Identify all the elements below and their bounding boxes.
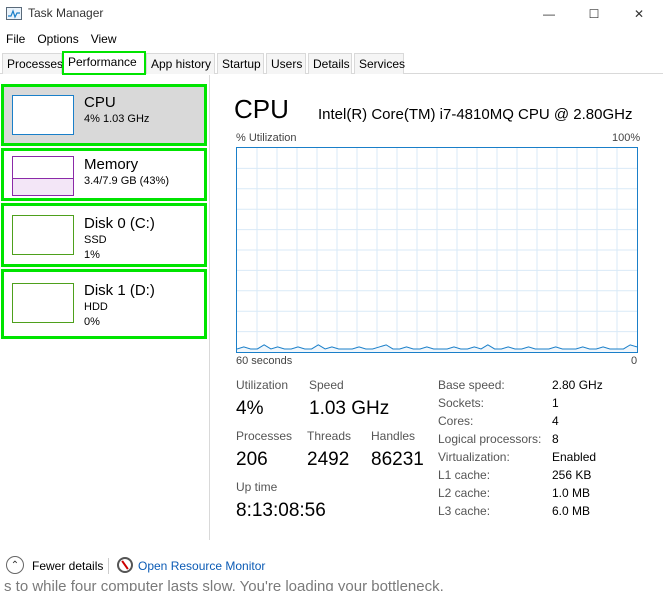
maximize-icon: ☐ xyxy=(588,7,600,21)
cpu-thumbnail-graph xyxy=(12,95,74,135)
spec-value: 1.0 MB xyxy=(552,486,591,500)
fewer-details-link[interactable]: Fewer details xyxy=(32,559,103,573)
resource-item-memory[interactable]: Memory 3.4/7.9 GB (43%) xyxy=(1,148,207,201)
overflow-caption: s to while four computer lasts slow. You… xyxy=(4,579,444,591)
memory-thumbnail-graph xyxy=(12,156,74,196)
spec-key: Logical processors: xyxy=(438,432,542,446)
resource-item-disk-1[interactable]: Disk 1 (D:) HDD 0% xyxy=(1,269,207,339)
spec-key: L1 cache: xyxy=(438,468,491,482)
spec-key: Sockets: xyxy=(438,396,485,410)
speed-label: Speed xyxy=(309,378,344,392)
handles-label: Handles xyxy=(371,429,416,443)
resource-monitor-icon[interactable] xyxy=(117,557,133,573)
chevron-up-icon[interactable]: ⌃ xyxy=(6,556,24,574)
resource-detail: 4% 1.03 GHz xyxy=(84,113,150,125)
spec-value: 4 xyxy=(552,414,559,428)
resource-name: CPU xyxy=(84,94,116,111)
minimize-button[interactable]: — xyxy=(526,0,572,28)
spec-value: Enabled xyxy=(552,450,597,464)
cpu-utilization-chart xyxy=(237,148,637,352)
handles-value: 86231 xyxy=(371,449,424,470)
threads-value: 2492 xyxy=(307,449,350,470)
detail-title: CPU xyxy=(234,94,289,124)
tab-details[interactable]: Details xyxy=(308,53,352,74)
spec-value: 2.80 GHz xyxy=(552,378,603,392)
graph-x-left-label: 60 seconds xyxy=(236,355,293,367)
resource-name: Disk 1 (D:) xyxy=(84,282,155,299)
spec-value: 256 KB xyxy=(552,468,592,482)
graph-y-label: % Utilization xyxy=(236,132,297,144)
tab-users[interactable]: Users xyxy=(266,53,306,74)
uptime-label: Up time xyxy=(236,480,278,494)
tab-startup[interactable]: Startup xyxy=(217,53,264,74)
resource-detail: HDD xyxy=(84,301,108,313)
spec-value: 1 xyxy=(552,396,559,410)
footer-divider xyxy=(108,558,109,574)
cpu-model-name: Intel(R) Core(TM) i7-4810MQ CPU @ 2.80GH… xyxy=(318,106,633,123)
close-button[interactable]: ✕ xyxy=(616,0,662,28)
spec-key: Base speed: xyxy=(438,378,505,392)
spec-key: L3 cache: xyxy=(438,504,491,518)
tab-app-history[interactable]: App history xyxy=(146,53,215,74)
processes-value: 206 xyxy=(236,449,268,470)
graph-x-right-label: 0 xyxy=(631,355,638,367)
uptime-value: 8:13:08:56 xyxy=(236,500,326,521)
graph-y-max: 100% xyxy=(612,132,641,144)
task-manager-icon xyxy=(6,7,22,20)
resource-detail: SSD xyxy=(84,234,107,246)
resource-item-disk-0[interactable]: Disk 0 (C:) SSD 1% xyxy=(1,203,207,267)
processes-label: Processes xyxy=(236,429,293,443)
spec-key: Virtualization: xyxy=(438,450,510,464)
menu-bar: File Options View xyxy=(0,29,123,49)
menu-options[interactable]: Options xyxy=(31,29,84,49)
menu-view[interactable]: View xyxy=(85,29,123,49)
disk-1-thumbnail-graph xyxy=(12,283,74,323)
maximize-button[interactable]: ☐ xyxy=(571,0,617,28)
spec-key: Cores: xyxy=(438,414,474,428)
spec-value: 6.0 MB xyxy=(552,504,591,518)
close-icon: ✕ xyxy=(633,7,645,21)
minimize-icon: — xyxy=(543,7,555,21)
resource-item-cpu[interactable]: CPU 4% 1.03 GHz xyxy=(1,84,207,146)
window-title: Task Manager xyxy=(28,6,104,20)
spec-key: L2 cache: xyxy=(438,486,491,500)
resource-name: Memory xyxy=(84,156,139,173)
tab-strip: Processes Performance App history Startu… xyxy=(0,51,663,75)
resource-name: Disk 0 (C:) xyxy=(84,215,155,232)
utilization-label: Utilization xyxy=(236,378,289,392)
title-bar: Task Manager — ☐ ✕ xyxy=(0,0,663,28)
menu-file[interactable]: File xyxy=(0,29,31,49)
tab-services[interactable]: Services xyxy=(354,53,405,74)
tab-performance[interactable]: Performance xyxy=(62,51,146,75)
speed-value: 1.03 GHz xyxy=(309,398,390,419)
resource-detail: 1% xyxy=(84,249,100,261)
resource-detail: 3.4/7.9 GB (43%) xyxy=(84,175,169,187)
utilization-value: 4% xyxy=(236,398,264,419)
tab-processes[interactable]: Processes xyxy=(2,53,63,74)
disk-0-thumbnail-graph xyxy=(12,215,74,255)
cpu-utilization-graph xyxy=(236,147,638,353)
resource-detail: 0% xyxy=(84,316,100,328)
open-resource-monitor-link[interactable]: Open Resource Monitor xyxy=(138,559,265,573)
threads-label: Threads xyxy=(307,429,352,443)
resource-list: CPU 4% 1.03 GHz Memory 3.4/7.9 GB (43%) … xyxy=(0,75,210,540)
footer-bar: ⌃ Fewer details Open Resource Monitor xyxy=(0,549,663,583)
spec-value: 8 xyxy=(552,432,559,446)
